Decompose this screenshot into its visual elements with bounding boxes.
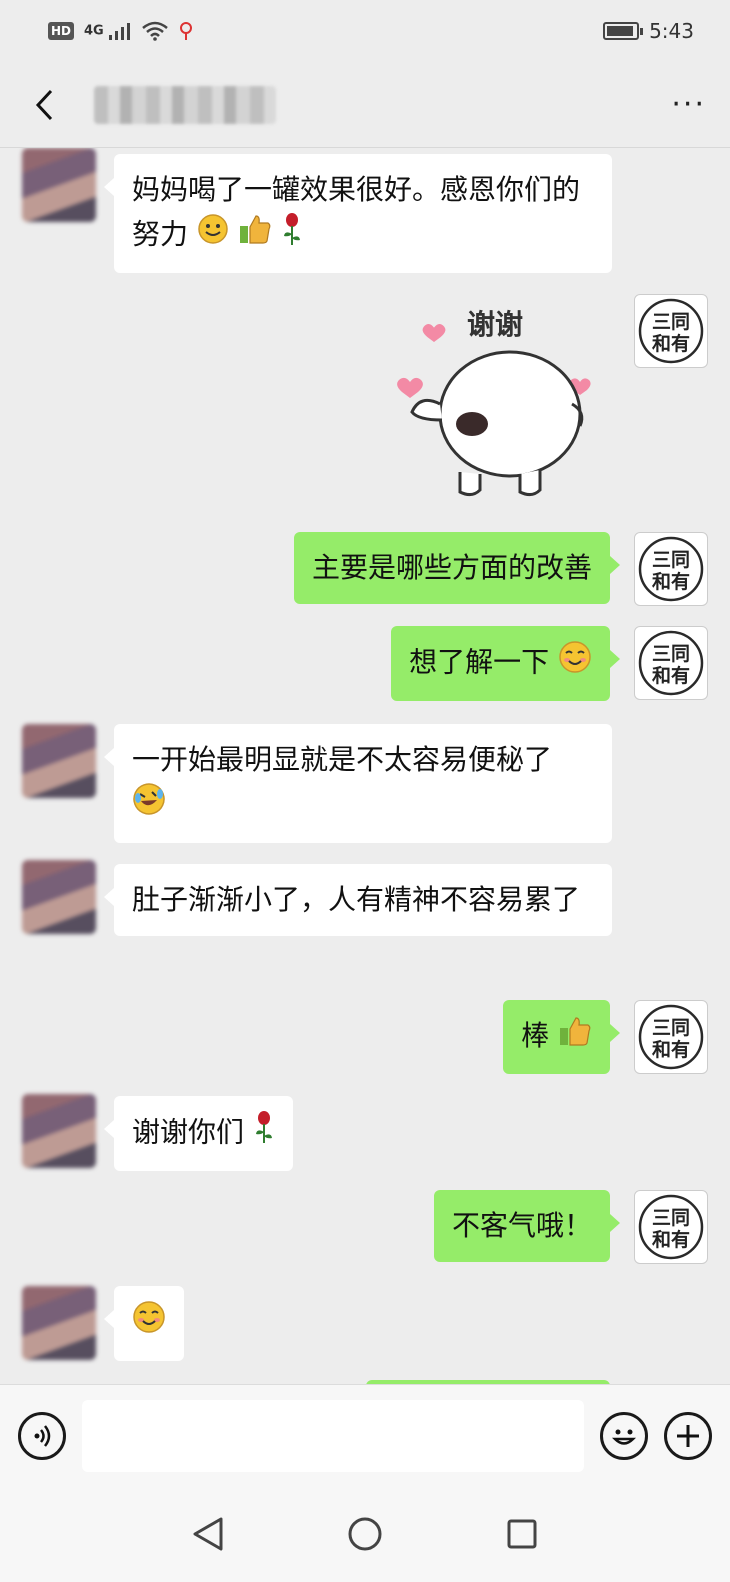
message-text: 不客气哦！ bbox=[451, 1209, 592, 1242]
self-avatar[interactable]: 三同 和有 bbox=[634, 294, 708, 368]
message-row: 谢谢你们 bbox=[0, 1094, 730, 1174]
battery-fill bbox=[607, 26, 634, 36]
self-avatar[interactable]: 三同 和有 bbox=[634, 1190, 708, 1264]
contact-avatar[interactable] bbox=[22, 1094, 96, 1168]
status-bar: HD 4G 5:43 bbox=[0, 0, 730, 62]
input-bar bbox=[0, 1384, 730, 1486]
self-avatar[interactable]: 三同 和有 bbox=[634, 1000, 708, 1074]
network-indicator: 4G bbox=[84, 22, 132, 40]
smile-emoji-icon bbox=[197, 213, 229, 258]
message-row: 三同 和有 不客气哦！ bbox=[0, 1190, 730, 1270]
message-text: 主要是哪些方面的改善 bbox=[311, 551, 592, 584]
message-row: 三同 和有 主要是哪些方面的改善 bbox=[0, 532, 730, 612]
hd-badge: HD bbox=[48, 22, 75, 40]
wifi-icon bbox=[142, 21, 169, 41]
chat-title bbox=[94, 85, 276, 124]
message-bubble[interactable]: 谢谢你们 bbox=[104, 1096, 293, 1171]
contact-avatar[interactable] bbox=[22, 724, 96, 798]
self-avatar-line2: 和有 bbox=[652, 1038, 690, 1061]
message-text: 想了解一下 bbox=[409, 645, 550, 679]
emoji-icon[interactable] bbox=[600, 1411, 648, 1460]
status-right: 5:43 bbox=[603, 19, 694, 43]
self-avatar-line2: 和有 bbox=[652, 664, 690, 687]
self-avatar-line1: 三同 bbox=[652, 549, 690, 571]
back-icon[interactable] bbox=[24, 85, 64, 125]
message-input[interactable] bbox=[82, 1399, 584, 1472]
voice-icon[interactable] bbox=[18, 1411, 66, 1460]
contact-avatar[interactable] bbox=[22, 860, 96, 934]
self-avatar-line1: 三同 bbox=[652, 1017, 690, 1039]
message-text: 一开始最明显就是不太容易便秘了 bbox=[132, 743, 553, 776]
signal-icon bbox=[109, 23, 131, 40]
contact-avatar[interactable] bbox=[22, 148, 96, 222]
message-text: 棒 bbox=[521, 1019, 550, 1052]
self-avatar-line1: 三同 bbox=[652, 643, 690, 665]
nav-back-icon[interactable] bbox=[183, 1509, 233, 1559]
thumbs-up-icon bbox=[558, 1015, 592, 1060]
nav-recent-icon[interactable] bbox=[497, 1509, 547, 1559]
chat-area[interactable]: 妈妈喝了一罐效果很好。感恩你们的努力 三同 和有 谢谢 三同 和有 主要是哪些方… bbox=[0, 148, 730, 1384]
self-avatar[interactable]: 三同 和有 bbox=[634, 626, 708, 700]
message-row: 三同 和有 棒 bbox=[0, 1000, 730, 1080]
plus-icon[interactable] bbox=[664, 1411, 712, 1460]
message-bubble[interactable]: 肚子渐渐小了，人有精神不容易累了 bbox=[104, 864, 612, 936]
clock: 5:43 bbox=[649, 19, 694, 43]
message-bubble[interactable]: 不客气哦！ bbox=[433, 1190, 621, 1262]
self-avatar[interactable]: 三同 和有 bbox=[634, 532, 708, 606]
more-icon[interactable]: ··· bbox=[671, 87, 706, 122]
network-label: 4G bbox=[84, 23, 104, 39]
self-avatar-line1: 三同 bbox=[652, 1207, 690, 1229]
message-bubble[interactable]: 棒 bbox=[503, 1000, 620, 1074]
message-row: 三同 和有 谢谢 bbox=[0, 294, 730, 524]
message-bubble[interactable]: 妈妈喝了一罐效果很好。感恩你们的努力 bbox=[104, 154, 612, 273]
message-bubble[interactable]: 一开始最明显就是不太容易便秘了 bbox=[104, 724, 612, 843]
message-row: 肚子渐渐小了，人有精神不容易累了 bbox=[0, 860, 730, 990]
thanks-sticker[interactable]: 谢谢 bbox=[380, 294, 610, 514]
sticker-text: 谢谢 bbox=[467, 308, 523, 341]
chat-header: ··· bbox=[0, 62, 730, 148]
location-icon bbox=[180, 22, 193, 40]
rose-icon bbox=[253, 1110, 275, 1157]
message-row: 妈妈喝了一罐效果很好。感恩你们的努力 bbox=[0, 148, 730, 278]
contact-avatar[interactable] bbox=[22, 1286, 96, 1360]
self-avatar-line2: 和有 bbox=[652, 570, 690, 593]
message-row: 一开始最明显就是不太容易便秘了 bbox=[0, 720, 730, 850]
thumbs-up-icon bbox=[238, 213, 272, 258]
self-avatar-line2: 和有 bbox=[652, 332, 690, 355]
status-left: HD 4G bbox=[48, 21, 194, 41]
self-avatar-line1: 三同 bbox=[652, 311, 690, 333]
message-text: 肚子渐渐小了，人有精神不容易累了 bbox=[132, 883, 581, 916]
message-bubble[interactable]: 主要是哪些方面的改善 bbox=[293, 532, 621, 604]
message-bubble[interactable]: 想了解一下 bbox=[391, 626, 620, 701]
message-bubble[interactable] bbox=[104, 1286, 184, 1361]
blush-emoji-icon bbox=[132, 1300, 166, 1347]
message-row bbox=[0, 1286, 730, 1366]
message-text: 谢谢你们 bbox=[132, 1115, 245, 1149]
nav-home-icon[interactable] bbox=[340, 1509, 390, 1559]
laugh-cry-emoji-icon bbox=[132, 782, 166, 829]
system-nav-bar bbox=[0, 1486, 730, 1582]
rose-icon bbox=[281, 212, 303, 259]
blush-emoji-icon bbox=[558, 640, 592, 687]
message-row: 三同 和有 想了解一下 bbox=[0, 626, 730, 706]
battery-icon bbox=[603, 22, 644, 40]
self-avatar-line2: 和有 bbox=[652, 1228, 690, 1251]
